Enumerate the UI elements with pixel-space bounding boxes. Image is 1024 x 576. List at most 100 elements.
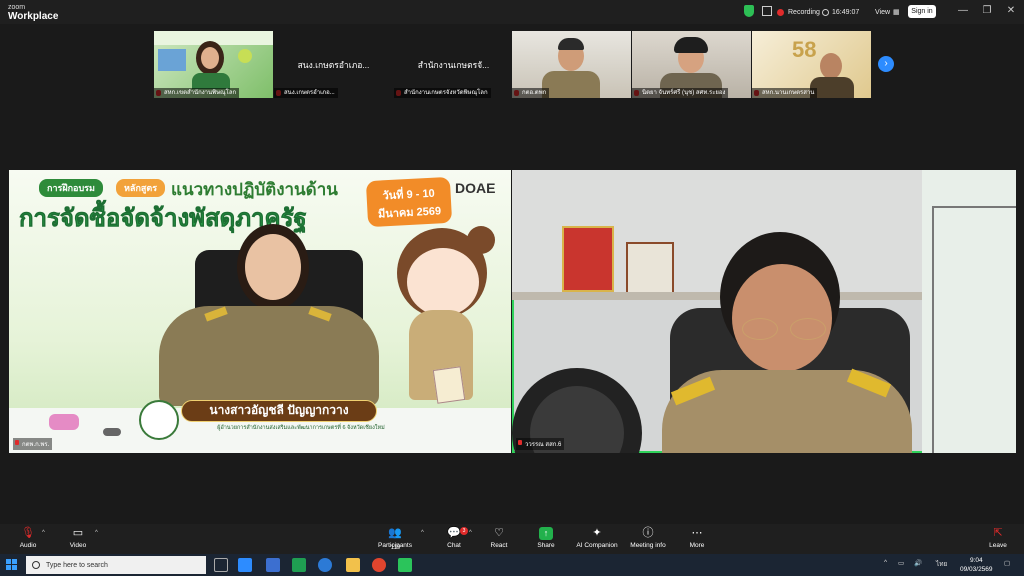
ai-companion-button[interactable]: ✦ AI Companion (571, 527, 623, 549)
active-speaker-name: ววรรณ สสก.6 (525, 442, 562, 448)
date-line-2: มีนาคม 2569 (377, 205, 442, 221)
participant-tag-name: กตพ.ก.พร. (22, 442, 50, 448)
camera-icon: ▭ (72, 527, 84, 539)
title-bar: zoom Workplace Recording 16:49:07 View ▦… (0, 0, 1024, 24)
info-icon: ⓘ (642, 527, 654, 539)
participant-caption: สำนักงานเกษตรจั... (417, 60, 490, 70)
participants-options-caret-icon[interactable]: ^ (421, 530, 424, 536)
ai-companion-label: AI Companion (576, 542, 618, 549)
speaker-name-banner: นางสาวอัญชลี ปัญญากวาง (181, 400, 377, 422)
windows-start-icon[interactable] (6, 559, 18, 571)
participant-tag: ววรรณ สสก.6 (516, 438, 565, 450)
app-icon-2[interactable] (266, 558, 280, 572)
speaker-title: ผู้อำนวยการสำนักงานส่งเสริมและพัฒนาการเก… (217, 425, 385, 431)
taskbar-clock[interactable]: 9:04 09/03/2569 (960, 556, 993, 574)
mic-muted-icon (518, 440, 522, 445)
volume-icon[interactable]: 🔊 (914, 559, 922, 567)
gallery-tile-2[interactable]: สนง.เกษตรอำเภอ... สนง.เกษตรอำเภอ... (274, 31, 393, 98)
glasses-lens-right (790, 318, 826, 340)
desk-ornament (49, 414, 79, 430)
view-label: View (875, 8, 891, 16)
doae-logo: DOAE (455, 180, 496, 196)
participants-icon: 👥119 (388, 527, 402, 551)
person-face (201, 47, 219, 69)
window-frame (932, 206, 934, 453)
video-options-caret-icon[interactable]: ^ (95, 530, 98, 536)
share-button[interactable]: ↑ Share (520, 527, 572, 549)
speaker-uniform (159, 306, 379, 406)
chat-unread-badge: 3 (460, 527, 468, 535)
slide-badge-training: การฝึกอบรม (39, 179, 103, 197)
gallery-tile-3[interactable]: สำนักงานเกษตรจั... สำนักงานเกษตรจังหวัดพ… (394, 31, 513, 98)
video-label: Video (69, 542, 87, 549)
mic-muted-icon (15, 440, 19, 445)
line-app-icon[interactable] (398, 558, 412, 572)
participant-name: กตอ.ตพก (512, 88, 550, 98)
participant-name: สำนักงานเกษตรจังหวัดพิษณุโลก (394, 88, 491, 98)
meeting-toolbar: 🎙 Audio ^ ▭ Video ^ 👥119 Participants ^ … (0, 524, 1024, 554)
gallery-tile-4[interactable]: กตอ.ตพก (512, 31, 631, 98)
notifications-icon[interactable]: ▢ (1004, 559, 1010, 567)
participant-name: สหก.นานเกษตรสาน (752, 88, 818, 98)
clock-date: 09/03/2569 (960, 566, 993, 573)
network-icon[interactable]: ▭ (898, 559, 904, 567)
minimize-icon[interactable]: — (956, 4, 970, 18)
windows-taskbar: Type here to search ^ ▭ 🔊 ไทย 9:04 09/03… (0, 554, 1024, 576)
clock-time: 9:04 (969, 557, 983, 564)
share-label: Share (537, 542, 555, 549)
active-speaker-panel[interactable]: ววรรณ สสก.6 (512, 170, 1016, 453)
tray-arrow-icon[interactable]: ^ (884, 559, 887, 566)
expand-icon[interactable] (762, 6, 772, 16)
gallery-tile-6[interactable]: 58 สหก.นานเกษตรสาน (752, 31, 871, 98)
file-explorer-icon[interactable] (346, 558, 360, 572)
recording-indicator[interactable]: Recording (777, 5, 820, 19)
cartoon-booklet (432, 366, 466, 404)
view-button[interactable]: View ▦ (875, 5, 900, 19)
encryption-shield-icon[interactable] (744, 5, 754, 17)
clock-icon (822, 8, 829, 16)
chat-icon: 💬 (447, 527, 461, 539)
meeting-timer: 16:49:07 (822, 5, 859, 19)
audio-button[interactable]: 🎙 Audio (2, 527, 54, 549)
desk-clicker (103, 428, 121, 436)
shared-slide-panel[interactable]: การฝึกอบรม หลักสูตร แนวทางปฏิบัติงานด้าน… (9, 170, 511, 453)
zoom-app-icon[interactable] (238, 558, 252, 572)
react-label: React (490, 542, 508, 549)
participant-name: นิตยา จันทร์ศรี (นุช) สศท.ระยอง (632, 88, 729, 98)
close-icon[interactable]: ✕ (1004, 4, 1018, 18)
chat-options-caret-icon[interactable]: ^ (469, 530, 472, 536)
chat-label: Chat (447, 542, 461, 549)
glasses-lens-left (742, 318, 778, 340)
input-language[interactable]: ไทย (936, 559, 947, 569)
audio-label: Audio (19, 542, 37, 549)
badge-icon (238, 49, 252, 63)
more-button[interactable]: ⋯ More (671, 527, 723, 549)
framed-picture-red (562, 226, 614, 292)
building-photo (158, 49, 186, 71)
window-frame-top (932, 206, 1016, 208)
sign-in-button[interactable]: Sign in (908, 5, 936, 18)
maximize-icon[interactable]: ❐ (980, 4, 994, 18)
recording-dot-icon (777, 8, 784, 16)
gallery-tile-1[interactable]: สหก.เขตสำนักงานพิษณุโลก (154, 31, 273, 98)
meeting-info-button[interactable]: ⓘ Meeting info (622, 527, 674, 549)
timer-text: 16:49:07 (832, 8, 860, 16)
participants-button[interactable]: 👥119 Participants (369, 527, 421, 551)
taskbar-search-box[interactable]: Type here to search (26, 556, 206, 574)
leave-button[interactable]: ⇱ Leave (972, 527, 1024, 549)
leave-door-icon: ⇱ (993, 527, 1003, 539)
next-page-icon[interactable]: › (878, 56, 894, 72)
anniversary-graphic: 58 (792, 37, 817, 62)
react-button[interactable]: ♡ React (473, 527, 525, 549)
excel-icon[interactable] (292, 558, 306, 572)
chrome-browser-icon[interactable] (372, 558, 386, 572)
eyeglasses-icon (738, 316, 832, 340)
gallery-tile-5[interactable]: นิตยา จันทร์ศรี (นุช) สศท.ระยอง (632, 31, 751, 98)
framed-picture-white (626, 242, 674, 294)
person-body (192, 73, 230, 89)
task-view-icon[interactable] (214, 558, 228, 572)
audio-options-caret-icon[interactable]: ^ (42, 530, 45, 536)
zoom-logo: zoom Workplace (8, 3, 58, 22)
edge-browser-icon[interactable] (318, 558, 332, 572)
recording-label: Recording (788, 8, 820, 16)
